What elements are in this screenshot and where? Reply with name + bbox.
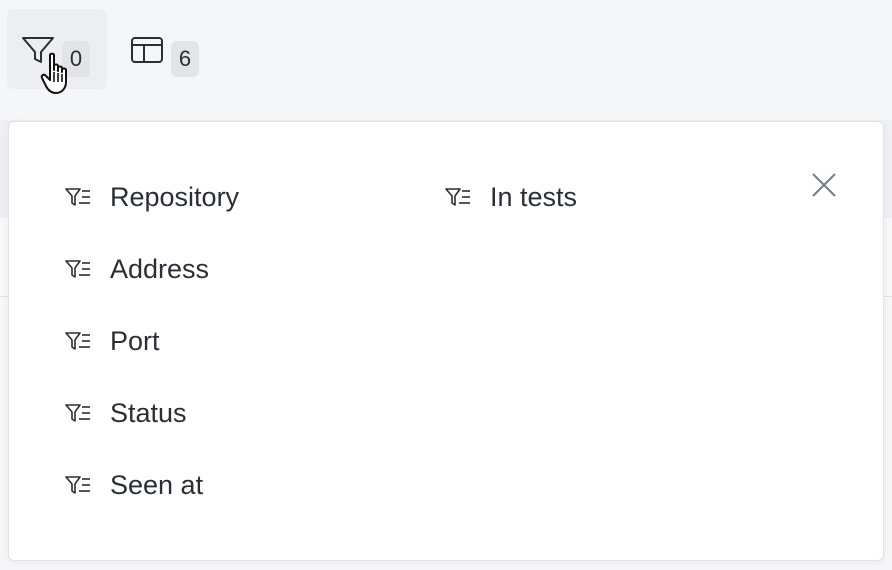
funnel-list-icon — [445, 188, 470, 206]
funnel-list-icon — [65, 260, 90, 278]
table-columns-icon — [131, 37, 163, 63]
filter-option-in-tests[interactable]: In tests — [445, 175, 577, 219]
app-page: 0 6 Repository Address Port Status Seen … — [0, 0, 892, 570]
filter-popover: Repository Address Port Status Seen at I… — [8, 121, 884, 561]
hand-pointer-icon — [40, 52, 67, 94]
toolbar: 0 6 — [0, 0, 892, 120]
funnel-list-icon — [65, 188, 90, 206]
funnel-list-icon — [65, 476, 90, 494]
close-icon[interactable] — [809, 170, 839, 200]
filter-option-repository[interactable]: Repository — [65, 175, 239, 219]
filter-option-label: Port — [110, 325, 160, 356]
funnel-list-icon — [65, 404, 90, 422]
filter-option-status[interactable]: Status — [65, 391, 187, 435]
columns-count-badge: 6 — [171, 41, 199, 77]
filter-option-label: Seen at — [110, 469, 204, 500]
filter-option-label: Address — [110, 253, 210, 284]
filter-option-label: In tests — [490, 181, 578, 212]
filter-option-port[interactable]: Port — [65, 319, 160, 363]
filter-option-label: Status — [110, 397, 187, 428]
funnel-list-icon — [65, 332, 90, 350]
filter-option-seen-at[interactable]: Seen at — [65, 463, 203, 507]
filter-option-label: Repository — [110, 181, 240, 212]
columns-button[interactable]: 6 — [118, 9, 210, 89]
filter-option-address[interactable]: Address — [65, 247, 209, 291]
